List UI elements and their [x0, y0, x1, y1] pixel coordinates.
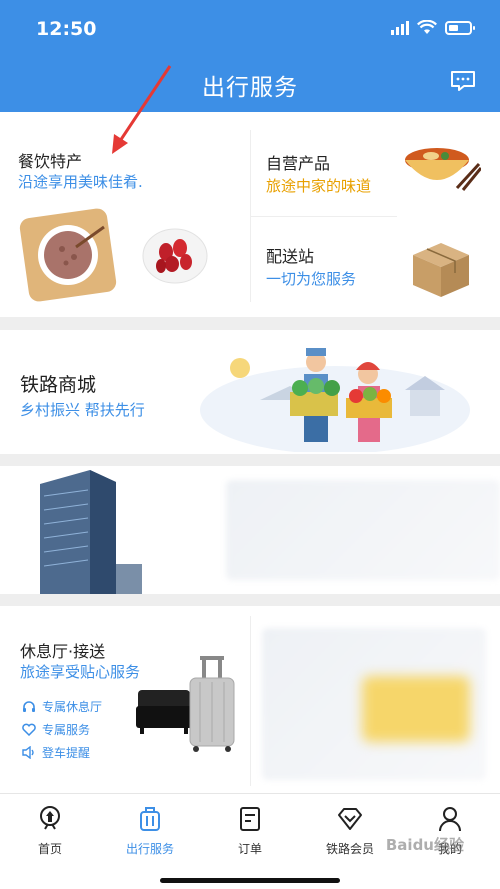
lounge-title: 休息厅·接送 — [20, 642, 106, 661]
catering-subtitle: 沿途享用美味佳肴. — [18, 173, 143, 191]
lounge-item-label: 专属休息厅 — [42, 700, 103, 714]
lounge-item-service[interactable]: 专属服务 — [22, 721, 90, 738]
lounge-section: 休息厅·接送 旅途享受贴心服务 专属休息厅 专属服务 登车提醒 — [0, 606, 500, 793]
hotel-building-image — [40, 470, 142, 594]
red-arrow-annotation — [112, 65, 172, 154]
lounge-subtitle: 旅途享受贴心服务 — [20, 663, 141, 681]
lounge-item-lounge[interactable]: 专属休息厅 — [22, 698, 102, 715]
order-icon — [240, 807, 260, 831]
mall-title: 铁路商城 — [20, 374, 97, 396]
nav-item-travel-service[interactable]: 出行服务 — [100, 804, 200, 857]
blurred-content-highlight — [362, 676, 470, 742]
home-indicator — [160, 878, 340, 883]
nav-label: 出行服务 — [125, 842, 174, 856]
porridge-image — [19, 208, 117, 302]
lounge-item-label: 专属服务 — [42, 723, 91, 737]
page-title: 出行服务 — [202, 75, 298, 101]
blurred-content — [226, 480, 500, 580]
nav-item-home[interactable]: 首页 — [0, 804, 100, 857]
self-products-title: 自营产品 — [266, 154, 331, 173]
self-products-card[interactable]: 自营产品 旅途中家的味道 — [251, 112, 500, 216]
package-image — [413, 243, 469, 297]
lounge-card[interactable]: 休息厅·接送 旅途享受贴心服务 专属休息厅 专属服务 登车提醒 — [0, 606, 250, 793]
battery-icon — [445, 20, 475, 35]
catering-title: 餐饮特产 — [18, 152, 83, 171]
watermark: Baidu经验 — [385, 836, 464, 854]
profile-icon — [439, 807, 461, 832]
heart-icon — [22, 723, 36, 736]
status-time: 12:50 — [36, 18, 97, 40]
delivery-card[interactable]: 配送站 一切为您服务 — [251, 217, 500, 317]
headset-icon — [23, 700, 35, 712]
nav-label: 首页 — [37, 842, 62, 856]
mall-card[interactable]: 铁路商城 乡村振兴 帮扶先行 — [0, 330, 500, 454]
status-icons — [391, 20, 475, 35]
noodle-bowl-image — [405, 148, 481, 191]
delivery-title: 配送站 — [266, 247, 315, 266]
suitcase-icon — [140, 807, 160, 831]
home-icon — [40, 806, 60, 830]
nav-item-orders[interactable]: 订单 — [200, 804, 300, 857]
hotel-card[interactable] — [0, 466, 500, 594]
catering-section: 餐饮特产 沿途享用美味佳肴. 自营产品 旅途中家的味道 配送站 一切为您服务 — [0, 112, 500, 317]
delivery-subtitle: 一切为您服务 — [266, 270, 357, 288]
lounge-divider — [250, 616, 251, 786]
nav-label: 订单 — [237, 842, 262, 856]
mall-subtitle: 乡村振兴 帮扶先行 — [20, 401, 145, 419]
speaker-icon — [22, 746, 34, 759]
sofa-luggage-image — [136, 656, 235, 752]
lounge-item-label: 登车提醒 — [42, 746, 91, 760]
header: 12:50 出行服务 — [0, 0, 500, 112]
wifi-icon — [417, 20, 437, 34]
self-products-subtitle: 旅途中家的味道 — [266, 177, 372, 195]
lounge-item-reminder[interactable]: 登车提醒 — [22, 744, 90, 761]
jujube-image — [142, 228, 208, 284]
farmers-illustration — [200, 348, 470, 452]
signal-icon — [391, 20, 409, 35]
diamond-icon — [338, 808, 362, 830]
message-icon[interactable] — [450, 70, 476, 92]
